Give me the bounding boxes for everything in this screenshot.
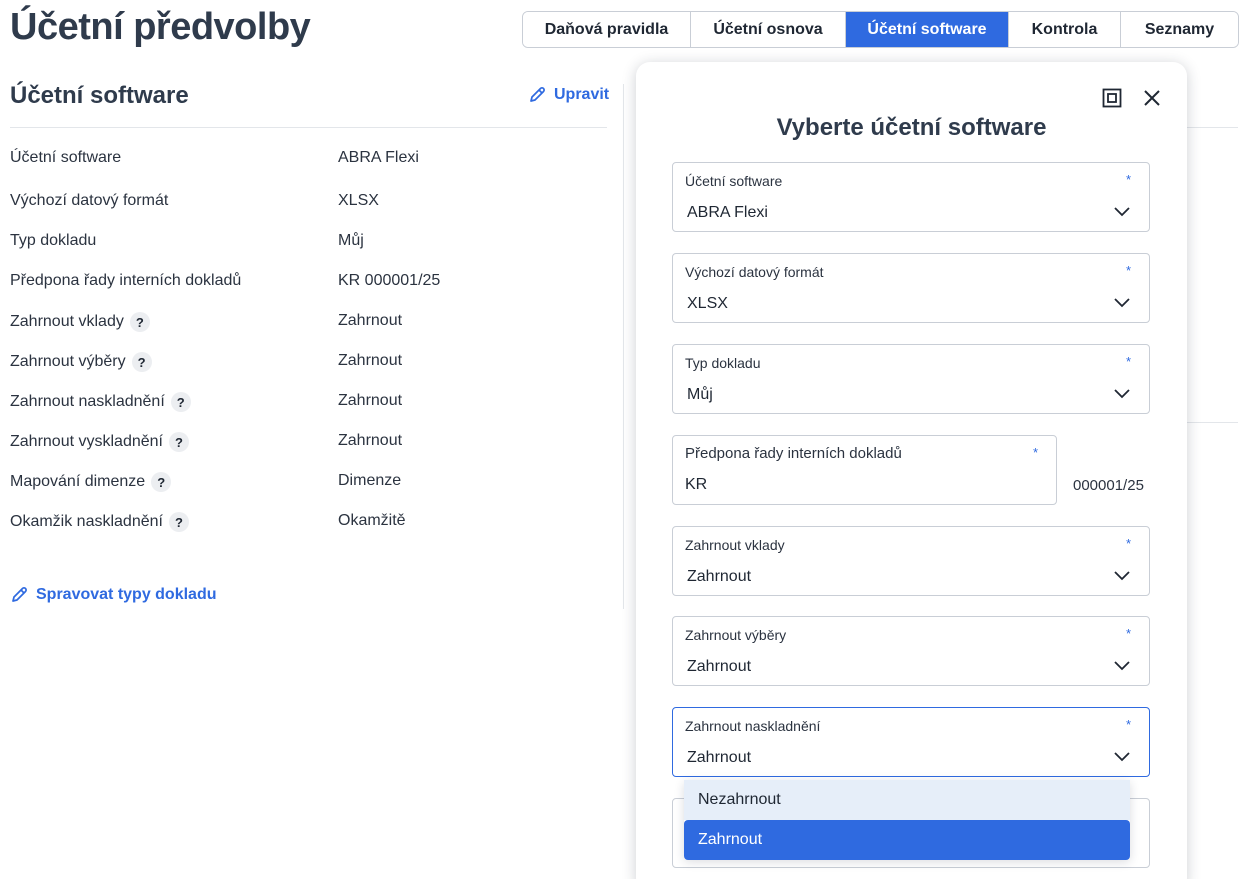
detail-value: Zahrnout (338, 352, 403, 369)
required-mark: * (1032, 445, 1038, 460)
dropdown-option-exclude[interactable]: Nezahrnout (684, 780, 1130, 820)
select-software-dialog: Vyberte účetní software Účetní software … (636, 62, 1187, 879)
close-icon[interactable] (1140, 86, 1164, 110)
include-receipts-select[interactable]: Zahrnout naskladnění * Zahrnout (672, 707, 1150, 777)
detail-value: Okamžitě (338, 512, 406, 529)
pencil-icon (530, 87, 545, 102)
section-divider (10, 127, 607, 128)
tab-tax-rules[interactable]: Daňová pravidla (523, 12, 691, 47)
field-value: Zahrnout (687, 658, 752, 675)
chevron-down-icon (1114, 207, 1130, 217)
background-divider (1186, 127, 1238, 128)
tab-chart-of-accounts[interactable]: Účetní osnova (691, 12, 846, 47)
chevron-down-icon (1114, 571, 1130, 581)
tab-bar: Daňová pravidla Účetní osnova Účetní sof… (522, 11, 1239, 48)
required-mark: * (1125, 263, 1131, 278)
background-divider (1186, 422, 1238, 423)
field-label: Výchozí datový formát (685, 264, 824, 280)
chevron-down-icon (1114, 389, 1130, 399)
document-type-select[interactable]: Typ dokladu * Můj (672, 344, 1150, 414)
detail-value: Můj (338, 232, 364, 249)
manage-document-types-label: Spravovat typy dokladu (36, 586, 217, 603)
field-value: ABRA Flexi (687, 204, 768, 221)
field-value: Zahrnout (687, 749, 752, 766)
section-title: Účetní software (10, 82, 189, 109)
field-label: Zahrnout naskladnění (685, 718, 821, 734)
field-value: Můj (687, 386, 713, 403)
help-icon[interactable]: ? (170, 392, 191, 412)
detail-value: Zahrnout (338, 392, 403, 409)
detail-label: Předpona řady interních dokladů (10, 272, 242, 289)
chevron-down-icon (1114, 298, 1130, 308)
detail-label: Typ dokladu (10, 232, 97, 249)
help-icon[interactable]: ? (151, 472, 172, 492)
help-icon[interactable]: ? (168, 512, 189, 532)
chevron-down-icon (1114, 661, 1130, 671)
required-mark: * (1125, 536, 1131, 551)
detail-value: ABRA Flexi (338, 149, 419, 166)
chevron-down-icon (1114, 752, 1130, 762)
manage-document-types-button[interactable]: Spravovat typy dokladu (10, 586, 217, 604)
field-label: Typ dokladu (685, 355, 761, 371)
accounting-software-select[interactable]: Účetní software * ABRA Flexi (672, 162, 1150, 232)
tab-lists[interactable]: Seznamy (1121, 12, 1238, 47)
dropdown-menu: Nezahrnout Zahrnout (684, 780, 1130, 860)
field-label: Zahrnout vklady (685, 537, 785, 553)
detail-value: Dimenze (338, 472, 402, 489)
pencil-icon (12, 587, 27, 602)
detail-value: Zahrnout (338, 432, 403, 449)
detail-label: Zahrnout vklady? (10, 312, 150, 332)
detail-label: Výchozí datový formát (10, 192, 169, 209)
dropdown-option-include[interactable]: Zahrnout (684, 820, 1130, 860)
help-icon[interactable]: ? (129, 312, 150, 332)
edit-button-label: Upravit (554, 86, 610, 103)
tab-check[interactable]: Kontrola (1009, 12, 1121, 47)
detail-label: Účetní software (10, 149, 122, 166)
detail-label: Zahrnout naskladnění? (10, 392, 191, 412)
include-withdrawals-select[interactable]: Zahrnout výběry * Zahrnout (672, 616, 1150, 686)
default-data-format-select[interactable]: Výchozí datový formát * XLSX (672, 253, 1150, 323)
help-icon[interactable]: ? (131, 352, 152, 372)
document-prefix-input[interactable]: Předpona řady interních dokladů * KR (672, 435, 1057, 505)
required-mark: * (1125, 172, 1131, 187)
maximize-icon[interactable] (1100, 86, 1124, 110)
detail-value: KR 000001/25 (338, 272, 441, 289)
edit-button[interactable]: Upravit (528, 86, 609, 104)
field-value: XLSX (687, 295, 728, 312)
prefix-number-suffix: 000001/25 (1073, 477, 1144, 494)
detail-label: Okamžik naskladnění? (10, 512, 189, 532)
required-mark: * (1125, 354, 1131, 369)
field-label: Předpona řady interních dokladů (685, 445, 902, 462)
detail-value: Zahrnout (338, 312, 403, 329)
column-divider (623, 84, 624, 609)
detail-label: Zahrnout vyskladnění? (10, 432, 189, 452)
detail-label: Zahrnout výběry? (10, 352, 152, 372)
include-deposits-select[interactable]: Zahrnout vklady * Zahrnout (672, 526, 1150, 596)
tab-accounting-software[interactable]: Účetní software (846, 12, 1009, 47)
required-mark: * (1125, 626, 1131, 641)
field-value: Zahrnout (687, 568, 752, 585)
field-value: KR (685, 476, 708, 493)
dialog-title: Vyberte účetní software (776, 114, 1047, 141)
page-title: Účetní předvolby (10, 6, 311, 48)
detail-label: Mapování dimenze? (10, 472, 172, 492)
field-label: Účetní software (685, 173, 783, 189)
field-label: Zahrnout výběry (685, 627, 787, 643)
required-mark: * (1125, 717, 1131, 732)
help-icon[interactable]: ? (168, 432, 189, 452)
detail-value: XLSX (338, 192, 379, 209)
